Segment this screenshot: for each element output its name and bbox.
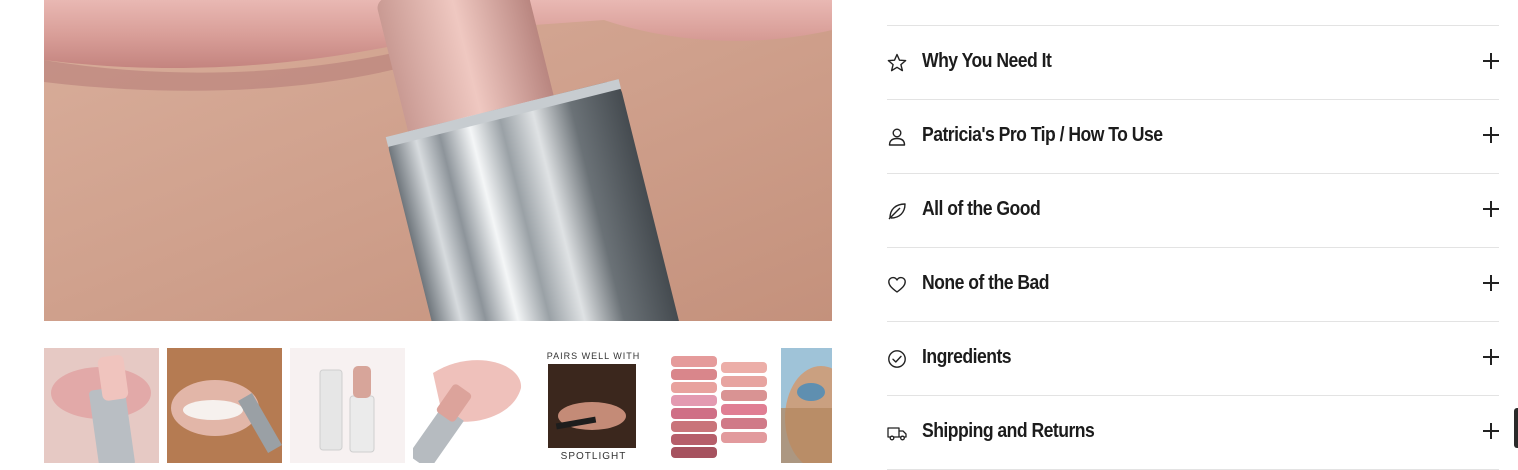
thumb-smile-lipstick[interactable] [167, 348, 282, 463]
accordion-label: All of the Good [922, 198, 1041, 220]
accordion-label: Why You Need It [922, 50, 1052, 72]
accordion-all-of-the-good[interactable]: All of the Good [887, 174, 1499, 248]
star-icon [887, 53, 907, 72]
main-product-image[interactable] [44, 0, 832, 321]
thumb-lipstick-product-image [290, 348, 405, 463]
plus-icon[interactable] [1483, 127, 1499, 143]
accordion-shipping-returns[interactable]: Shipping and Returns [887, 396, 1499, 470]
plus-icon[interactable] [1483, 201, 1499, 217]
side-widget-tab[interactable] [1514, 408, 1518, 448]
plus-icon[interactable] [1483, 423, 1499, 439]
thumb-caption-pairs-well-with: PAIRS WELL WITH [546, 351, 641, 361]
plus-icon[interactable] [1483, 53, 1499, 69]
thumb-lips-closeup-image [44, 348, 159, 463]
heart-icon [888, 276, 906, 293]
person-icon [888, 128, 906, 146]
leaf-icon [888, 203, 906, 220]
product-details-accordion: Why You Need It Patricia's Pro Tip / How… [887, 25, 1499, 470]
plus-icon[interactable] [1483, 349, 1499, 365]
accordion-label: Ingredients [922, 346, 1012, 368]
thumb-smile-lipstick-image [167, 348, 282, 463]
thumb-lipstick-swatch[interactable] [413, 348, 528, 463]
accordion-why-you-need-it[interactable]: Why You Need It [887, 26, 1499, 100]
plus-icon[interactable] [1483, 275, 1499, 291]
accordion-label: Shipping and Returns [922, 420, 1095, 442]
thumb-caption-spotlight: SPOTLIGHT [560, 451, 627, 462]
accordion-label: Patricia's Pro Tip / How To Use [922, 124, 1163, 146]
thumb-pairs-well-with[interactable]: PAIRS WELL WITH SPOTLIGHT [536, 348, 651, 463]
thumb-model-sunglasses-image [781, 348, 832, 463]
thumbnail-strip: PAIRS WELL WITH SPOTLIGHT [44, 348, 832, 463]
lipstick-closeup-image [44, 0, 832, 321]
thumb-pairs-well-with-image [548, 364, 636, 448]
thumb-shade-swatches-image [659, 348, 774, 463]
accordion-label: None of the Bad [922, 272, 1050, 294]
accordion-none-of-the-bad[interactable]: None of the Bad [887, 248, 1499, 322]
thumb-model-sunglasses[interactable] [781, 348, 832, 463]
check-circle-icon [888, 350, 906, 368]
thumb-shade-swatches[interactable] [659, 348, 774, 463]
accordion-ingredients[interactable]: Ingredients [887, 322, 1499, 396]
thumb-lips-closeup[interactable] [44, 348, 159, 463]
thumb-lipstick-product[interactable] [290, 348, 405, 463]
truck-icon [887, 427, 907, 441]
accordion-pro-tip[interactable]: Patricia's Pro Tip / How To Use [887, 100, 1499, 174]
thumb-lipstick-swatch-image [413, 348, 528, 463]
